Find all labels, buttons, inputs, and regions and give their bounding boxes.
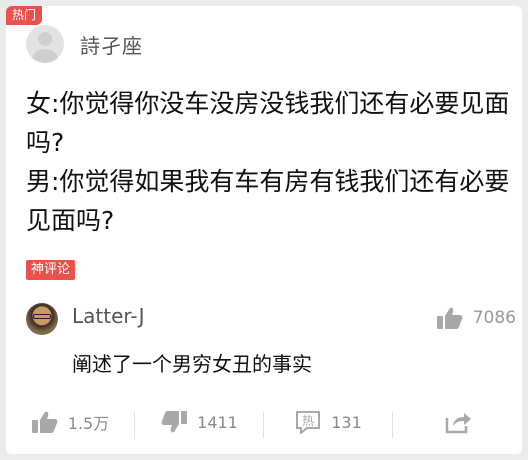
share-icon [445, 413, 471, 434]
hot-tag: 热门 [6, 6, 43, 25]
commenter-name[interactable]: Latter-J [72, 304, 145, 328]
hot-comment-icon: 热 [296, 411, 321, 434]
like-button[interactable]: 1.5万 [6, 410, 135, 438]
comment-count: 131 [331, 412, 362, 432]
comment-like-count: 7086 [472, 308, 516, 328]
comment-button[interactable]: 热 131 [264, 410, 393, 438]
thumbs-up-icon [31, 411, 58, 433]
god-comment-text: 阐述了一个男穷女丑的事实 [72, 352, 312, 376]
like-count: 1.5万 [67, 414, 110, 433]
comment-like-button[interactable]: 7086 [436, 306, 516, 330]
author-avatar[interactable] [26, 25, 64, 63]
author-name[interactable]: 詩孑座 [80, 30, 143, 59]
hot-icon-label: 热 [302, 414, 314, 428]
post-line-male: 男:你觉得如果我有车有房有钱我们还有必要见面吗? [26, 167, 510, 235]
post-card[interactable]: 热门 詩孑座 女:你觉得你没车没房没钱我们还有必要见面吗? 男:你觉得如果我有车… [6, 6, 522, 454]
post-line-female: 女:你觉得你没车没房没钱我们还有必要见面吗? [26, 89, 510, 157]
post-content: 女:你觉得你没车没房没钱我们还有必要见面吗? 男:你觉得如果我有车有房有钱我们还… [26, 84, 516, 240]
share-button[interactable] [393, 410, 522, 434]
dislike-button[interactable]: 1411 [135, 410, 264, 438]
commenter-avatar[interactable] [26, 303, 58, 335]
thumbs-up-icon [436, 307, 463, 329]
god-comment-header: Latter-J 7086 [26, 302, 516, 338]
author-row[interactable]: 詩孑座 [26, 24, 143, 64]
thumbs-down-icon [161, 411, 188, 433]
dislike-count: 1411 [197, 412, 238, 432]
god-comment-badge: 神评论 [26, 260, 76, 280]
action-bar: 1.5万 1411 热 131 [6, 402, 522, 442]
